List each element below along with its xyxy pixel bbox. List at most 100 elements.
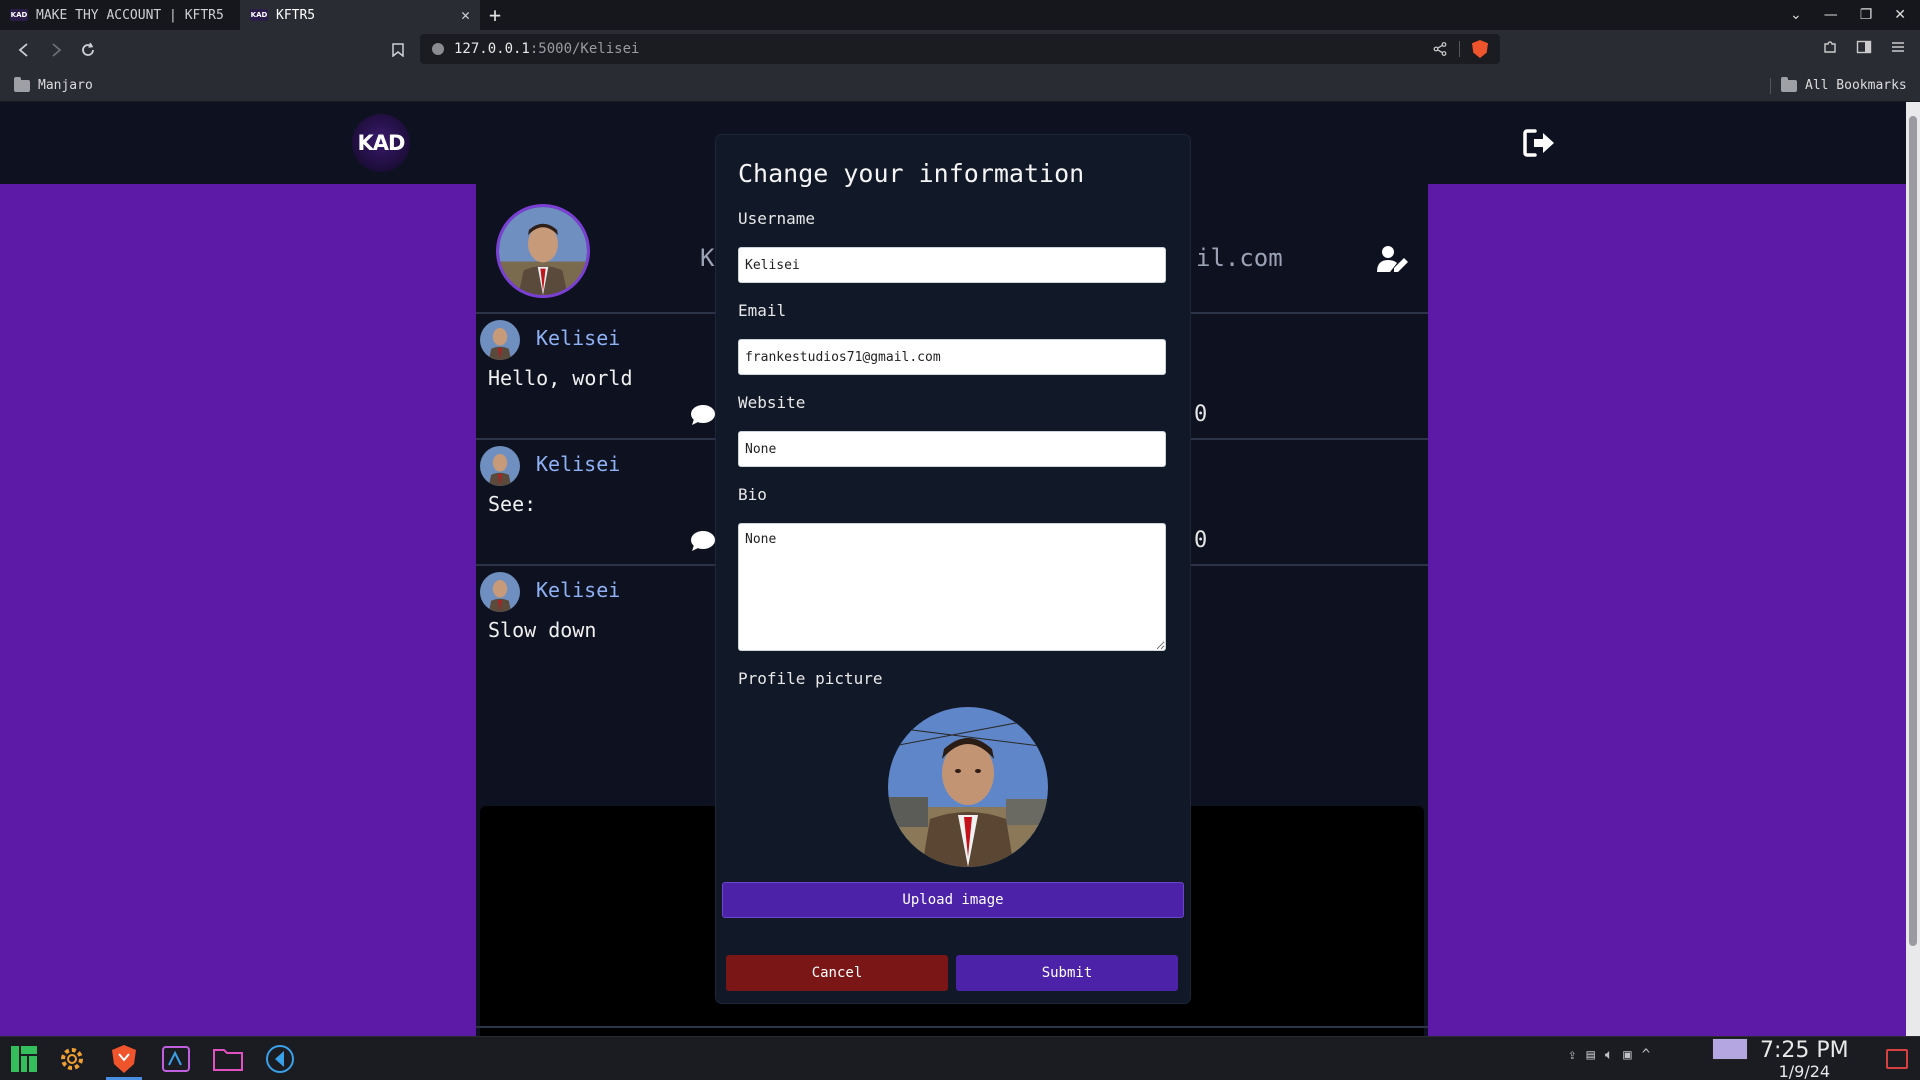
post-count-partial: 0 <box>1194 528 1208 553</box>
bookmark-label: Manjaro <box>38 78 93 93</box>
virtual-desktop-pager[interactable] <box>1712 1038 1748 1060</box>
post-author[interactable]: Kelisei <box>536 578 620 602</box>
website-label: Website <box>738 393 806 412</box>
upload-image-button[interactable]: Upload image <box>722 882 1184 918</box>
network-icon[interactable]: ▣ <box>1623 1047 1631 1063</box>
sidebar-toggle-icon[interactable] <box>1856 39 1872 55</box>
minimize-icon[interactable]: — <box>1824 7 1838 23</box>
scrollbar-thumb[interactable] <box>1909 116 1917 946</box>
tray-expand-icon[interactable]: ^ <box>1642 1047 1650 1063</box>
website-input[interactable] <box>738 431 1166 467</box>
bookmark-icon <box>392 43 404 57</box>
post-divider <box>476 1026 1428 1028</box>
site-info-icon[interactable] <box>432 43 444 55</box>
back-button[interactable] <box>8 34 40 66</box>
volume-icon[interactable]: 🔈︎ <box>1605 1047 1613 1063</box>
profile-picture-preview <box>888 707 1048 867</box>
clock-date: 1/9/24 <box>1778 1062 1831 1080</box>
url-path: :5000/Kelisei <box>529 41 640 57</box>
bookmark-page-button[interactable] <box>382 34 414 66</box>
bookmark-folder-manjaro[interactable]: Manjaro <box>14 76 93 93</box>
tab-title: MAKE THY ACCOUNT | KFTR5 <box>36 7 224 23</box>
comment-icon[interactable] <box>690 530 716 552</box>
close-tab-icon[interactable]: ✕ <box>461 6 470 24</box>
post-avatar <box>480 446 520 486</box>
code-editor-icon <box>162 1046 190 1072</box>
username-label: Username <box>738 209 816 228</box>
comment-icon[interactable] <box>690 404 716 426</box>
address-bar[interactable]: 127.0.0.1:5000/Kelisei <box>420 34 1500 64</box>
tab-title: KFTR5 <box>276 7 316 23</box>
bio-textarea[interactable] <box>738 523 1166 651</box>
close-window-icon[interactable]: ✕ <box>1894 7 1906 23</box>
tab-make-thy-account[interactable]: KAD MAKE THY ACCOUNT | KFTR5 <box>0 0 240 30</box>
bookmark-divider <box>1770 77 1771 94</box>
settings-gear-icon <box>61 1048 83 1070</box>
taskbar-file-manager[interactable] <box>210 1042 246 1076</box>
logo-text: KAD <box>357 131 406 155</box>
taskbar-settings[interactable] <box>54 1042 90 1076</box>
folder-icon <box>213 1049 243 1071</box>
profile-email-partial: il.com <box>1196 244 1283 272</box>
taskbar-clock[interactable]: 7:25 PM 1/9/24 <box>1760 1039 1849 1080</box>
updates-icon[interactable]: ⇪ <box>1568 1047 1576 1063</box>
post-text: Slow down <box>488 618 597 642</box>
back-arrow-icon <box>18 43 28 57</box>
bookmark-folder-all[interactable]: All Bookmarks <box>1770 76 1907 94</box>
tab-list-chevron-icon[interactable]: ⌄ <box>1790 7 1802 23</box>
os-taskbar: ⇪ ▤ 🔈︎ ▣ ^ 7:25 PM 1/9/24 <box>0 1036 1920 1080</box>
folder-icon <box>14 76 30 92</box>
url-divider <box>1459 41 1460 57</box>
taskbar-vscode[interactable] <box>262 1042 298 1076</box>
brave-browser-icon <box>112 1045 136 1073</box>
show-desktop-button[interactable] <box>1886 1049 1908 1069</box>
url-host: 127.0.0.1 <box>454 41 530 57</box>
kad-favicon-icon: KAD <box>250 9 268 21</box>
bookmarks-bar: Manjaro All Bookmarks <box>0 70 1920 102</box>
post-text: See: <box>488 492 537 516</box>
restore-icon[interactable]: ❐ <box>1860 7 1873 23</box>
browser-toolbar: 127.0.0.1:5000/Kelisei <box>0 30 1920 70</box>
profile-username-partial: K <box>700 244 715 272</box>
site-logo[interactable]: KAD <box>352 114 410 172</box>
system-tray: ⇪ ▤ 🔈︎ ▣ ^ <box>1568 1047 1650 1063</box>
email-input[interactable] <box>738 339 1166 375</box>
bio-label: Bio <box>738 485 767 504</box>
folder-icon <box>1781 76 1797 92</box>
vscode-icon <box>266 1045 294 1073</box>
page-scrollbar[interactable] <box>1906 102 1920 1036</box>
avatar-photo <box>499 207 587 295</box>
username-input[interactable] <box>738 247 1166 283</box>
edit-profile-icon[interactable] <box>1376 244 1410 274</box>
bookmark-label: All Bookmarks <box>1805 78 1907 93</box>
post-avatar <box>480 572 520 612</box>
clock-time: 7:25 PM <box>1760 1038 1849 1063</box>
submit-button[interactable]: Submit <box>956 955 1178 991</box>
share-icon[interactable] <box>1433 42 1447 56</box>
new-tab-button[interactable]: + <box>480 0 510 30</box>
cancel-button[interactable]: Cancel <box>726 955 948 991</box>
post-author[interactable]: Kelisei <box>536 326 620 350</box>
modal-title: Change your information <box>738 159 1085 188</box>
taskbar-brave-browser[interactable] <box>106 1042 142 1080</box>
forward-arrow-icon <box>52 43 62 57</box>
post-avatar <box>480 320 520 360</box>
post-count-partial: 0 <box>1194 402 1208 427</box>
taskbar-kate-editor[interactable] <box>158 1042 194 1076</box>
reload-button[interactable] <box>72 34 104 66</box>
profile-avatar <box>496 204 590 298</box>
forward-button[interactable] <box>40 34 72 66</box>
manjaro-logo-icon <box>11 1046 37 1072</box>
extensions-icon[interactable] <box>1822 39 1838 55</box>
kad-favicon-icon: KAD <box>10 9 28 21</box>
brave-shields-icon[interactable] <box>1472 40 1488 58</box>
menu-icon[interactable] <box>1890 39 1906 55</box>
logout-icon[interactable] <box>1522 128 1556 158</box>
clipboard-icon[interactable]: ▤ <box>1586 1047 1594 1063</box>
tab-kftr5[interactable]: KAD KFTR5 ✕ <box>240 0 480 30</box>
profile-picture-photo <box>888 707 1048 867</box>
post-author[interactable]: Kelisei <box>536 452 620 476</box>
app-launcher-button[interactable] <box>6 1042 42 1076</box>
reload-icon <box>82 42 94 56</box>
post-text: Hello, world <box>488 366 633 390</box>
